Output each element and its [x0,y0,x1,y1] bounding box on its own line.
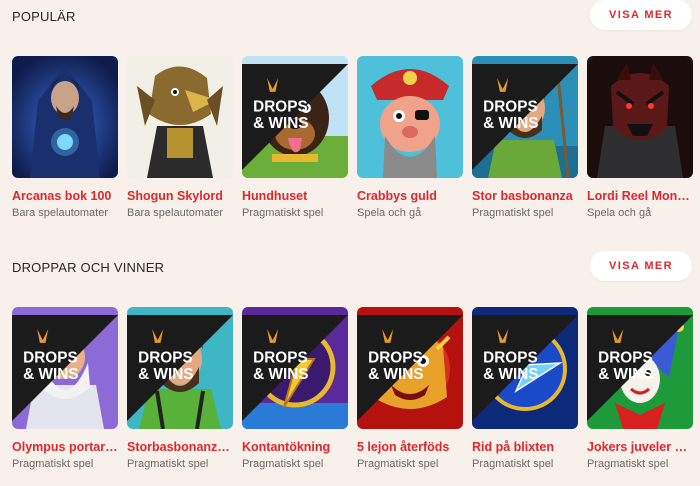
game-thumbnail[interactable] [587,56,693,178]
game-provider: Pragmatiskt spel [242,458,324,470]
game-provider: Bara spelautomater [12,207,108,219]
game-thumbnail[interactable] [12,56,118,178]
drops-and-wins-badge-icon: DROPS & WINS [242,64,348,170]
show-more-button[interactable]: VISA MER [590,251,692,281]
drops-and-wins-badge-icon: DROPS & WINS [127,315,233,421]
game-title[interactable]: Kontantökning [242,440,348,454]
game-row: Arcanas bok 100 Bara spelautomater Shogu… [12,56,693,226]
game-provider: Pragmatiskt spel [242,207,324,219]
drops-and-wins-badge-icon: DROPS & WINS [242,315,348,421]
game-thumbnail[interactable] [357,56,463,178]
game-thumbnail[interactable]: DROPS & WINS [12,307,118,429]
game-provider: Pragmatiskt spel [127,458,209,470]
game-card[interactable]: DROPS & WINS Storbasbonanza 1000 Pragmat… [127,307,233,470]
game-provider: Bara spelautomater [127,207,223,219]
badge-text-top: DROPS [598,349,653,366]
badge-text-bottom: & WINS [598,366,653,383]
game-title[interactable]: Shogun Skylord [127,189,233,203]
drops-and-wins-badge-icon: DROPS & WINS [472,315,578,421]
badge-text-bottom: & WINS [138,366,193,383]
game-thumbnail[interactable]: DROPS & WINS [472,307,578,429]
game-thumbnail[interactable]: DROPS & WINS [127,307,233,429]
badge-text-bottom: & WINS [483,366,538,383]
badge-text-bottom: & WINS [253,366,308,383]
game-title[interactable]: Storbasbonanza 1000 [127,440,233,454]
eagle-warrior-art-icon [127,56,233,178]
game-title[interactable]: Rid på blixten [472,440,578,454]
badge-text-bottom: & WINS [253,115,308,132]
game-thumbnail[interactable]: DROPS & WINS [357,307,463,429]
pirate-art-icon [357,56,463,178]
game-card[interactable]: Arcanas bok 100 Bara spelautomater [12,56,118,219]
game-provider: Spela och gå [587,207,652,219]
game-title[interactable]: Stor basbonanza [472,189,578,203]
game-card[interactable]: Shogun Skylord Bara spelautomater [127,56,233,219]
game-provider: Pragmatiskt spel [587,458,669,470]
game-title[interactable]: Arcanas bok 100 [12,189,118,203]
game-title[interactable]: 5 lejon återföds [357,440,463,454]
drops-and-wins-badge-icon: DROPS & WINS [12,315,118,421]
game-card[interactable]: DROPS & WINS Kontantökning Pragmatiskt s… [242,307,348,470]
section-title: POPULÄR [12,9,76,24]
game-thumbnail[interactable]: DROPS & WINS [472,56,578,178]
badge-text-top: DROPS [253,349,308,366]
game-card[interactable]: DROPS & WINS Olympus portar 1000 Pragmat… [12,307,118,470]
game-card[interactable]: DROPS & WINS Hundhuset Pragmatiskt spel [242,56,348,219]
game-card[interactable]: DROPS & WINS Stor basbonanza Pragmatiskt… [472,56,578,219]
game-card[interactable]: DROPS & WINS Jokers juveler kalla Pragma… [587,307,693,470]
badge-text-bottom: & WINS [483,115,538,132]
badge-text-bottom: & WINS [368,366,423,383]
badge-text-top: DROPS [483,98,538,115]
game-card[interactable]: DROPS & WINS 5 lejon återföds Pragmatisk… [357,307,463,470]
game-title[interactable]: Jokers juveler kalla [587,440,693,454]
game-provider: Pragmatiskt spel [472,458,554,470]
badge-text-top: DROPS [138,349,193,366]
game-row: DROPS & WINS Olympus portar 1000 Pragmat… [12,307,693,477]
game-thumbnail[interactable]: DROPS & WINS [242,307,348,429]
game-title[interactable]: Hundhuset [242,189,348,203]
badge-text-top: DROPS [23,349,78,366]
game-provider: Pragmatiskt spel [12,458,94,470]
game-card[interactable]: Lordi Reel Monsters Spela och gå [587,56,693,219]
drops-and-wins-badge-icon: DROPS & WINS [587,315,693,421]
game-title[interactable]: Lordi Reel Monsters [587,189,693,203]
monster-art-icon [587,56,693,178]
game-thumbnail[interactable]: DROPS & WINS [242,56,348,178]
badge-text-top: DROPS [483,349,538,366]
badge-text-top: DROPS [368,349,423,366]
badge-text-top: DROPS [253,98,308,115]
badge-text-bottom: & WINS [23,366,78,383]
game-title[interactable]: Crabbys guld [357,189,463,203]
wizard-art-icon [12,56,118,178]
section-title: DROPPAR OCH VINNER [12,260,165,275]
game-card[interactable]: DROPS & WINS Rid på blixten Pragmatiskt … [472,307,578,470]
game-thumbnail[interactable] [127,56,233,178]
show-more-button[interactable]: VISA MER [590,0,692,30]
game-provider: Spela och gå [357,207,422,219]
game-card[interactable]: Crabbys guld Spela och gå [357,56,463,219]
game-provider: Pragmatiskt spel [357,458,439,470]
drops-and-wins-badge-icon: DROPS & WINS [357,315,463,421]
game-title[interactable]: Olympus portar 1000 [12,440,118,454]
drops-and-wins-badge-icon: DROPS & WINS [472,64,578,170]
game-provider: Pragmatiskt spel [472,207,554,219]
game-thumbnail[interactable]: DROPS & WINS [587,307,693,429]
